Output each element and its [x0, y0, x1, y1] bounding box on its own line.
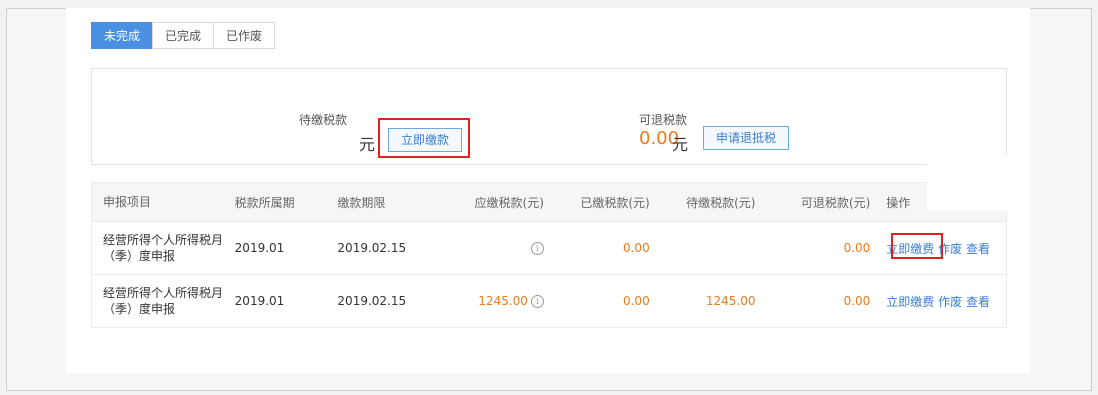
main-panel: 未完成 已完成 已作废 待缴税款 元 立即缴款 可退税款 0.00 元 申请退抵… [66, 8, 1030, 373]
tab-voided[interactable]: 已作废 [213, 22, 276, 49]
pending-tax-label: 待缴税款 [299, 113, 348, 127]
tab-incomplete[interactable]: 未完成 [91, 22, 154, 49]
row-deadline: 2019.02.15 [337, 294, 407, 308]
tax-table: 申报项目 税款所属期 缴款期限 应缴税款(元) 已缴税款(元) 待缴税款(元) … [91, 182, 1007, 328]
row-paid: 0.00 [622, 294, 650, 308]
row-deadline: 2019.02.15 [337, 241, 407, 255]
refundable-tax-unit: 元 [672, 135, 689, 154]
col-header-deadline: 缴款期限 [337, 195, 386, 210]
info-icon[interactable]: i [530, 242, 544, 255]
row-refundable: 0.00 [843, 294, 871, 308]
row-period: 2019.01 [234, 241, 285, 255]
row-item: 经营所得个人所得税月（季）度申报 [103, 286, 224, 316]
status-tabs: 未完成 已完成 已作废 [91, 22, 276, 49]
row-period: 2019.01 [234, 294, 285, 308]
void-link[interactable]: 作废 [938, 295, 962, 309]
info-icon[interactable]: i [530, 295, 544, 308]
row-actions: 立即缴费 作废 查看 [880, 293, 1006, 310]
tax-summary: 待缴税款 元 立即缴款 可退税款 0.00 元 申请退抵税 [91, 68, 1007, 165]
view-link[interactable]: 查看 [966, 295, 990, 309]
row-pending: 1245.00 [705, 294, 756, 308]
col-header-refundable: 可退税款(元) [800, 195, 871, 210]
pay-fee-link[interactable]: 立即缴费 [886, 295, 934, 309]
tab-completed[interactable]: 已完成 [152, 22, 215, 49]
row-payable: i [453, 241, 564, 255]
view-link[interactable]: 查看 [966, 242, 990, 256]
apply-refund-button[interactable]: 申请退抵税 [703, 126, 790, 150]
refundable-tax-label: 可退税款 [639, 113, 688, 127]
row-payable: 1245.00 i [453, 294, 564, 308]
pay-fee-highlight [891, 233, 943, 259]
col-header-paid: 已缴税款(元) [580, 195, 650, 210]
row-payable-value: 1245.00 [478, 294, 528, 308]
col-header-period: 税款所属期 [234, 195, 295, 210]
row-item: 经营所得个人所得税月（季）度申报 [103, 233, 224, 263]
redaction-mask [927, 156, 1030, 211]
table-header: 申报项目 税款所属期 缴款期限 应缴税款(元) 已缴税款(元) 待缴税款(元) … [92, 183, 1006, 221]
row-refundable: 0.00 [843, 241, 871, 255]
table-row: 经营所得个人所得税月（季）度申报 2019.01 2019.02.15 1245… [92, 274, 1006, 327]
col-header-payable: 应缴税款(元) [474, 195, 544, 210]
col-header-item: 申报项目 [103, 195, 152, 209]
row-paid: 0.00 [622, 241, 650, 255]
table-row: 经营所得个人所得税月（季）度申报 2019.01 2019.02.15 i 0.… [92, 221, 1006, 274]
col-header-pending: 待缴税款(元) [686, 195, 756, 210]
pay-now-highlight [378, 118, 470, 158]
pending-tax-unit: 元 [359, 135, 376, 154]
